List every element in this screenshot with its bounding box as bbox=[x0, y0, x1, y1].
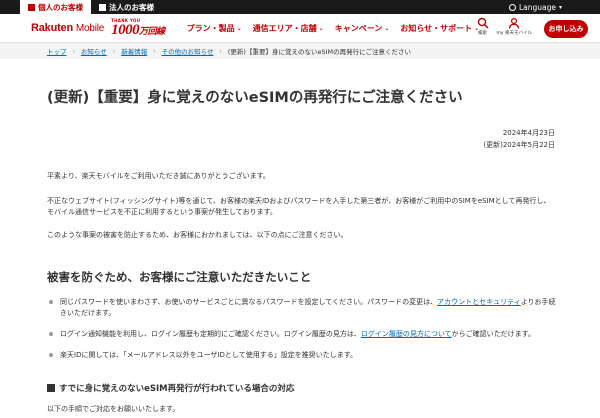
search-label: 検索 bbox=[478, 31, 488, 36]
nav-coverage[interactable]: 通信エリア・店舗 ⌄ bbox=[253, 23, 324, 34]
rakuten-mobile-logo[interactable]: Rakuten Mobile bbox=[31, 22, 104, 34]
article: (更新)【重要】身に覚えのないeSIMの再発行にご注意ください 2024年4月2… bbox=[47, 86, 556, 413]
main-nav: プラン・製品 ⌄ 通信エリア・店舗 ⌄ キャンペーン ⌄ お知らせ・サポート ⌄ bbox=[187, 23, 480, 34]
nav-campaign[interactable]: キャンペーン ⌄ bbox=[335, 23, 390, 34]
business-customers-tab[interactable]: 法人のお客様 bbox=[91, 0, 162, 14]
user-icon bbox=[509, 17, 520, 29]
globe-icon bbox=[508, 3, 516, 11]
chevron-down-icon: ⌄ bbox=[236, 24, 242, 32]
breadcrumb-other-news[interactable]: その他のお知らせ bbox=[162, 46, 214, 56]
list-item: 楽天IDに関しては、「メールアドレス以外をユーザIDとして使用する」設定を推奨い… bbox=[47, 350, 557, 361]
caution-paragraph: このような事案の被害を防止するため、お客様におかれましては、以下の点にご注意くだ… bbox=[47, 231, 348, 239]
search-button[interactable]: 検索 bbox=[477, 17, 489, 36]
brand: Rakuten Mobile THANK YOU 1000万回線 bbox=[31, 17, 165, 38]
personal-customers-label: 個人のお客様 bbox=[38, 2, 83, 12]
thank-you-badge: THANK YOU 1000万回線 bbox=[111, 17, 165, 38]
breadcrumb-current: (更新)【重要】身に覚えのないeSIMの再発行にご注意ください bbox=[227, 48, 411, 56]
section-heading: 被害を防ぐため、お客様にご注意いただきたいこと bbox=[47, 270, 312, 284]
article-dates: 2024年4月23日 (更新)2024年5月22日 bbox=[483, 127, 555, 151]
nav-plans[interactable]: プラン・製品 ⌄ bbox=[187, 23, 242, 34]
nav-support[interactable]: お知らせ・サポート ⌄ bbox=[400, 23, 479, 34]
chevron-down-icon: ⌄ bbox=[318, 24, 324, 32]
bullet-icon bbox=[49, 300, 53, 304]
header-icons: 検索 my 楽天モバイル bbox=[477, 17, 532, 36]
list-item: ログイン通知機能を利用し、ログイン履歴も定期的にご確認ください。ログイン履歴の見… bbox=[47, 329, 557, 340]
bullet-icon bbox=[49, 332, 53, 336]
breadcrumb: トップ › お知らせ › 新着情報 › その他のお知らせ › (更新)【重要】身… bbox=[0, 43, 600, 59]
search-icon bbox=[477, 17, 489, 29]
list-item: 同じパスワードを使いまわさず、お使いのサービスごとに異なるパスワードを設定してく… bbox=[47, 297, 557, 319]
chevron-right-icon: › bbox=[112, 47, 116, 55]
top-utility-bar: 個人のお客様 法人のお客様 Language ▾ bbox=[0, 0, 600, 14]
language-label: Language bbox=[518, 2, 556, 12]
subsection-heading: すでに身に覚えのないeSIM再発行が行われている場合の対応 bbox=[47, 382, 294, 394]
breadcrumb-top[interactable]: トップ bbox=[47, 46, 67, 56]
square-icon bbox=[99, 3, 106, 11]
chevron-down-icon: ▾ bbox=[558, 3, 562, 11]
page-title: (更新)【重要】身に覚えのないeSIMの再発行にご注意ください bbox=[47, 90, 463, 106]
caution-list: 同じパスワードを使いまわさず、お使いのサービスごとに異なるパスワードを設定してく… bbox=[47, 297, 557, 371]
apply-button[interactable]: お申し込み bbox=[544, 20, 588, 38]
square-icon bbox=[47, 384, 55, 392]
incident-paragraph: 不正なウェブサイト(フィッシングサイト)等を通じて、お客様の楽天IDおよびパスワ… bbox=[47, 197, 551, 216]
login-history-link[interactable]: ログイン履歴の見方について bbox=[361, 330, 452, 338]
breadcrumb-news[interactable]: お知らせ bbox=[81, 46, 107, 56]
chevron-right-icon: › bbox=[72, 47, 75, 55]
breadcrumb-latest[interactable]: 新着情報 bbox=[121, 46, 147, 56]
chevron-down-icon: ⌄ bbox=[384, 24, 390, 32]
account-security-link[interactable]: アカウントとセキュリティ bbox=[437, 298, 521, 306]
language-selector[interactable]: Language ▾ bbox=[508, 0, 562, 14]
site-header: Rakuten Mobile THANK YOU 1000万回線 プラン・製品 ⌄… bbox=[0, 14, 600, 43]
personal-customers-tab[interactable]: 個人のお客様 bbox=[20, 0, 91, 14]
chevron-right-icon: › bbox=[153, 47, 156, 55]
date-published: 2024年4月23日 bbox=[502, 129, 555, 137]
square-icon bbox=[28, 3, 35, 11]
account-label: my 楽天モバイル bbox=[496, 31, 532, 36]
date-updated: (更新)2024年5月22日 bbox=[483, 141, 555, 149]
business-customers-label: 法人のお客様 bbox=[109, 2, 154, 12]
steps-paragraph: 以下の手順でご対応をお願いいたします。 bbox=[47, 405, 180, 413]
my-rakuten-mobile-button[interactable]: my 楽天モバイル bbox=[497, 17, 532, 36]
intro-paragraph: 平素より、楽天モバイルをご利用いただき誠にありがとうございます。 bbox=[47, 172, 270, 180]
bullet-icon bbox=[49, 353, 53, 357]
chevron-right-icon: › bbox=[219, 47, 222, 55]
